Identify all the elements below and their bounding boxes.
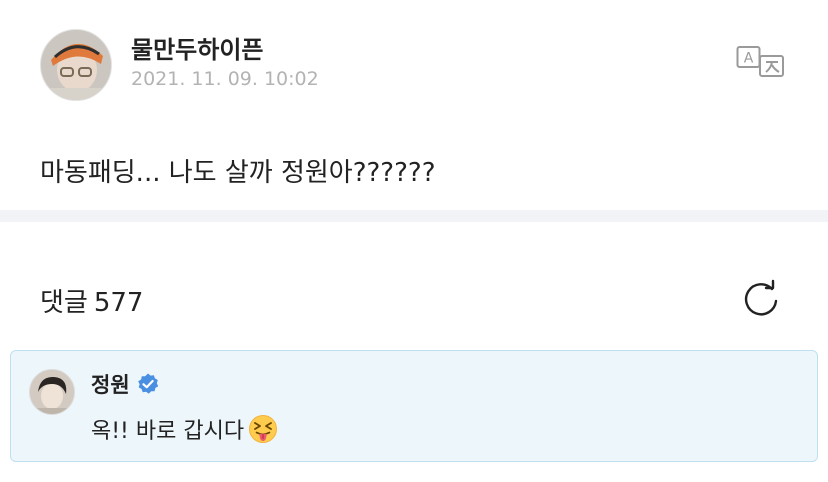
comment-author: 정원 [91,369,160,399]
post-body: 마동패딩... 나도 살까 정원아?????? [40,158,436,188]
translate-icon: A [736,46,784,77]
author-avatar[interactable] [40,29,112,101]
comments-count: 577 [93,288,144,318]
svg-text:A: A [744,51,754,67]
comments-header: 댓글 577 [40,282,143,319]
comment-author-avatar[interactable] [29,369,75,415]
author-name[interactable]: 물만두하이픈 [131,30,263,65]
comment-text: 옥!! 바로 갑시다 [91,413,278,445]
comments-label: 댓글 [40,288,88,318]
squinting-tongue-emoji-icon [249,415,278,443]
verified-badge-icon [137,373,158,394]
comment-card[interactable]: 정원 옥!! 바로 갑시다 [10,350,818,462]
translate-button[interactable]: A [736,44,786,78]
refresh-button[interactable] [740,279,782,321]
section-divider [0,210,828,222]
comment-text-content: 옥!! 바로 갑시다 [91,419,245,444]
refresh-icon [744,279,778,316]
post-timestamp: 2021. 11. 09. 10:02 [131,68,319,90]
post-header: 물만두하이픈 2021. 11. 09. 10:02 A [0,0,828,120]
comment-author-name[interactable]: 정원 [91,369,130,399]
